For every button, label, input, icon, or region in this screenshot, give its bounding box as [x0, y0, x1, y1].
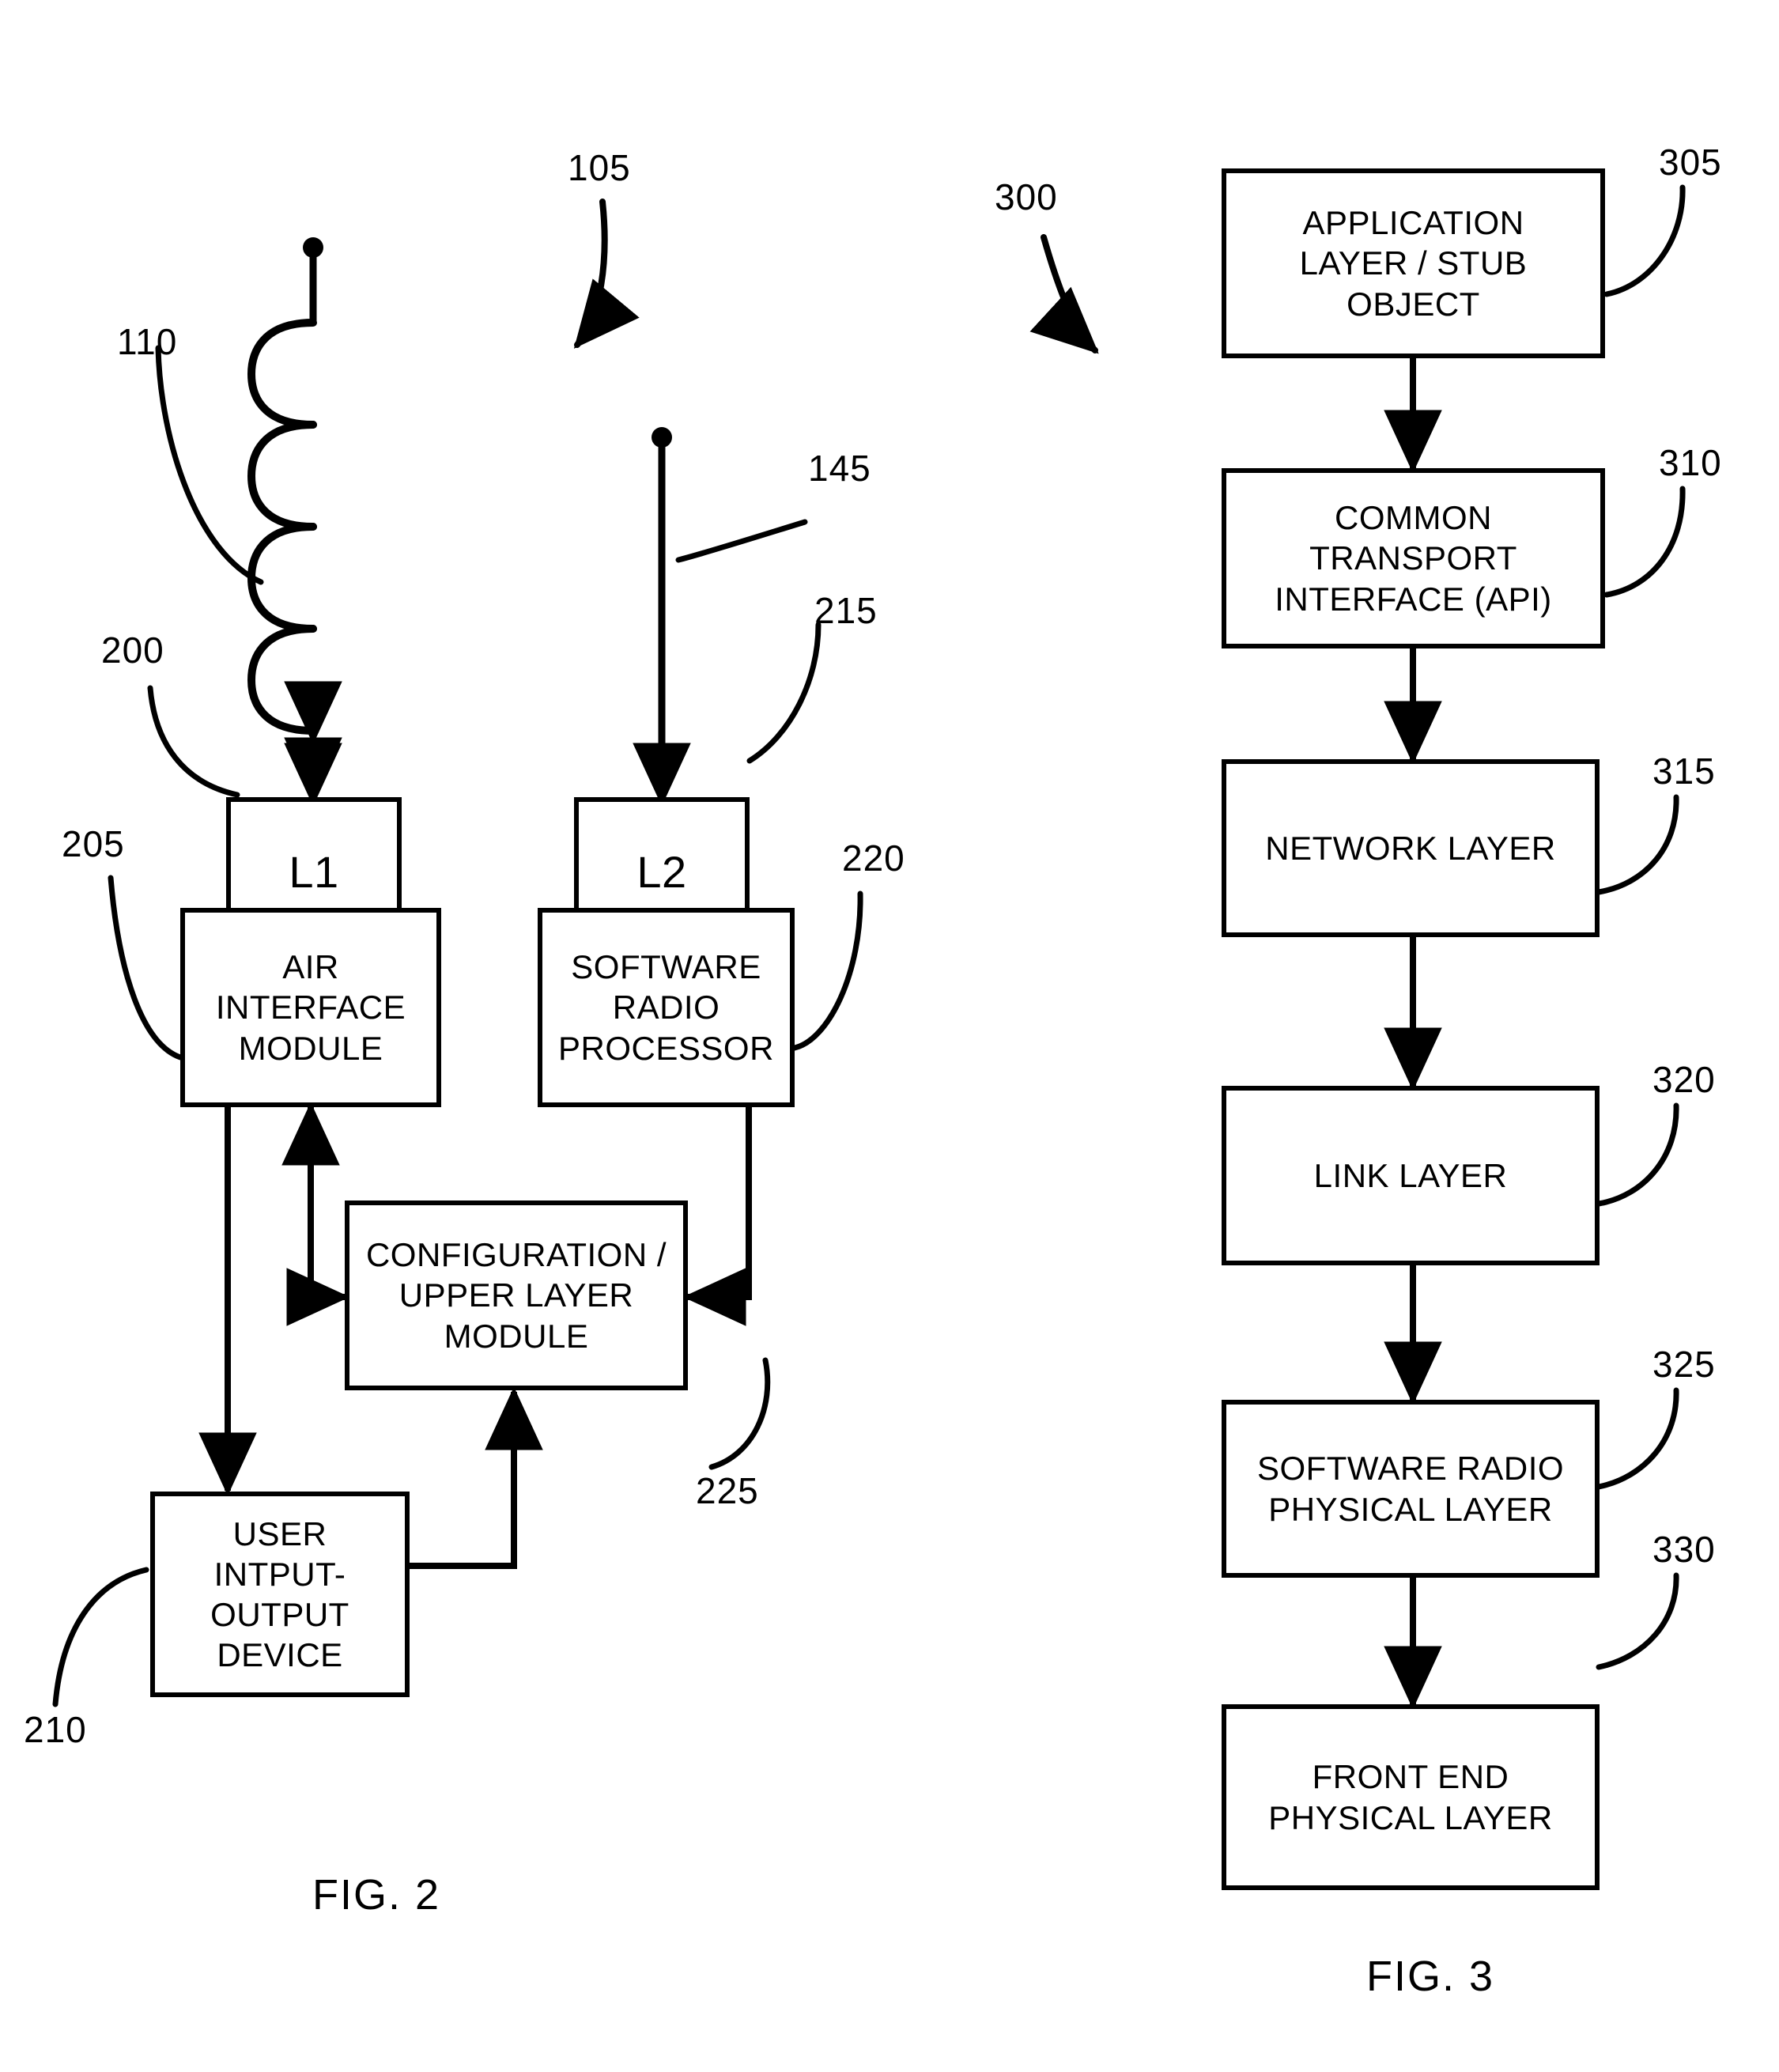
leader-310	[1603, 486, 1686, 598]
user-io-line-4: DEVICE	[217, 1636, 343, 1674]
software-radio-line-1: SOFTWARE	[571, 948, 761, 986]
figure-3-caption: FIG. 3	[1366, 1953, 1495, 2000]
ref-310: 310	[1659, 442, 1722, 483]
box-l1-label: L1	[289, 846, 339, 897]
front-end-phy-line-1: FRONT END	[1312, 1758, 1509, 1796]
ref-305: 305	[1659, 142, 1722, 183]
leader-arrow-300	[1029, 234, 1099, 354]
config-line-1: CONFIGURATION /	[365, 1236, 667, 1274]
ref-215: 215	[814, 590, 878, 631]
ref-300: 300	[995, 176, 1058, 217]
coil-antenna-110	[247, 237, 323, 735]
leader-305	[1603, 184, 1686, 297]
leader-110	[155, 345, 264, 585]
leader-205	[108, 875, 183, 1061]
ref-225: 225	[696, 1470, 759, 1511]
box-air-interface-module[interactable]: AIR INTERFACE MODULE	[180, 908, 441, 1107]
box-software-radio-physical-layer[interactable]: SOFTWARE RADIO PHYSICAL LAYER	[1222, 1400, 1600, 1578]
leader-145	[675, 519, 808, 563]
leader-320	[1596, 1102, 1679, 1207]
config-line-3: MODULE	[444, 1317, 589, 1355]
box-link-layer[interactable]: LINK LAYER	[1222, 1086, 1600, 1265]
application-layer-line-2: LAYER / STUB	[1299, 244, 1528, 282]
air-interface-line-1: AIR	[282, 948, 339, 986]
common-transport-line-2: TRANSPORT	[1309, 539, 1517, 577]
ref-105: 105	[568, 147, 631, 188]
user-io-line-2: INTPUT-	[213, 1555, 346, 1593]
box-application-layer-stub-object[interactable]: APPLICATION LAYER / STUB OBJECT	[1222, 168, 1605, 358]
common-transport-line-3: INTERFACE (API)	[1275, 580, 1552, 618]
arrow-user-io-to-config	[410, 1386, 543, 1569]
ref-220: 220	[842, 837, 905, 879]
box-software-radio-processor[interactable]: SOFTWARE RADIO PROCESSOR	[538, 908, 795, 1107]
leader-arrow-105	[573, 199, 640, 349]
leader-325	[1596, 1387, 1679, 1490]
leader-200	[147, 685, 240, 798]
box-l2-label: L2	[636, 846, 687, 897]
leader-220	[791, 890, 863, 1051]
arrow-software-radio-to-config	[682, 1049, 778, 1326]
ref-205: 205	[62, 823, 125, 864]
link-layer-label: LINK LAYER	[1313, 1156, 1508, 1194]
whip-antenna-145	[652, 427, 672, 793]
figure-2-caption: FIG. 2	[312, 1871, 441, 1919]
ref-320: 320	[1652, 1059, 1716, 1100]
config-line-2: UPPER LAYER	[398, 1276, 634, 1314]
ref-145: 145	[808, 448, 871, 489]
software-radio-phy-line-2: PHYSICAL LAYER	[1268, 1490, 1553, 1528]
software-radio-line-2: RADIO	[612, 989, 720, 1027]
ref-325: 325	[1652, 1344, 1716, 1385]
box-front-end-physical-layer[interactable]: FRONT END PHYSICAL LAYER	[1222, 1704, 1600, 1890]
software-radio-phy-line-1: SOFTWARE RADIO	[1256, 1450, 1565, 1488]
box-user-input-output-device[interactable]: USER INTPUT- OUTPUT DEVICE	[150, 1492, 410, 1697]
box-network-layer[interactable]: NETWORK LAYER	[1222, 759, 1600, 937]
box-common-transport-interface[interactable]: COMMON TRANSPORT INTERFACE (API)	[1222, 468, 1605, 648]
ref-315: 315	[1652, 751, 1716, 792]
ref-200: 200	[101, 630, 164, 671]
application-layer-line-3: OBJECT	[1347, 285, 1480, 323]
network-layer-label: NETWORK LAYER	[1265, 829, 1556, 867]
front-end-phy-line-2: PHYSICAL LAYER	[1268, 1798, 1553, 1836]
ref-110: 110	[117, 321, 178, 362]
common-transport-line-1: COMMON	[1335, 499, 1492, 537]
patent-drawing-sheet: L1 L2 AIR INTERFACE MODULE SOFTWARE RADI…	[0, 0, 1779, 2072]
leader-330	[1596, 1572, 1679, 1670]
air-interface-line-3: MODULE	[238, 1029, 383, 1067]
user-io-line-3: OUTPUT	[210, 1596, 349, 1633]
leader-225	[708, 1357, 771, 1470]
air-interface-line-2: INTERFACE	[215, 989, 406, 1027]
leader-210	[52, 1567, 149, 1707]
application-layer-line-1: APPLICATION	[1302, 204, 1524, 242]
user-io-line-1: USER	[232, 1514, 327, 1552]
box-configuration-upper-layer-module[interactable]: CONFIGURATION / UPPER LAYER MODULE	[345, 1200, 688, 1390]
leader-215	[746, 622, 822, 764]
leader-315	[1596, 794, 1679, 895]
software-radio-line-3: PROCESSOR	[558, 1029, 774, 1067]
ref-330: 330	[1652, 1529, 1716, 1570]
ref-210: 210	[24, 1709, 87, 1750]
